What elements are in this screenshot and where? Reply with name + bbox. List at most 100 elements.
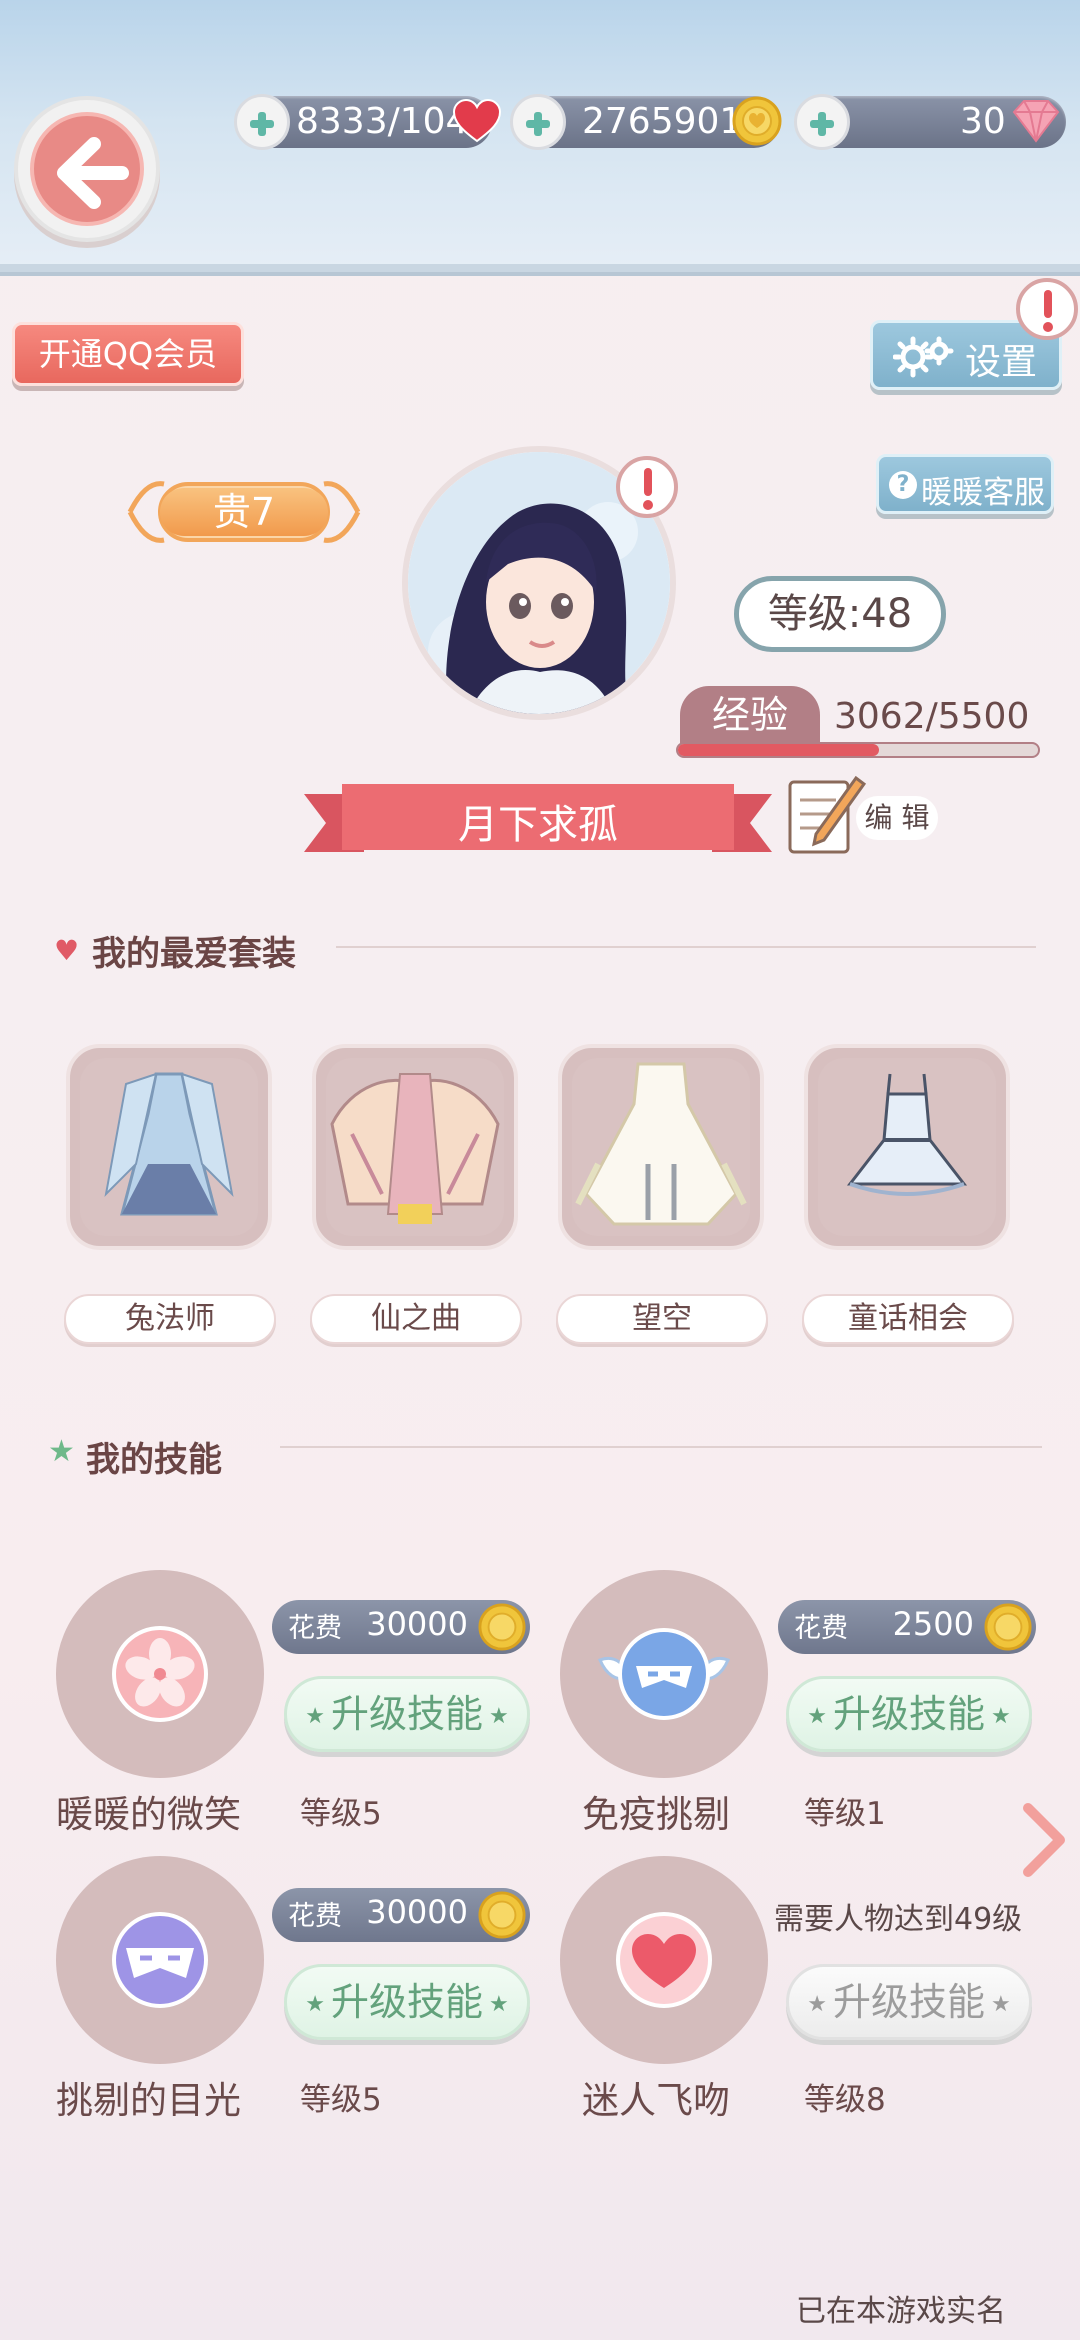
star-icon: ★ — [991, 1991, 1011, 2017]
skill-level-2: 等级1 — [804, 1796, 886, 1832]
heart-bullet-icon: ♥ — [54, 934, 80, 967]
next-page-arrow-icon[interactable] — [1018, 1800, 1070, 1880]
coin-value: 2765901 — [582, 101, 743, 142]
outfit-card-1[interactable] — [66, 1044, 272, 1250]
cost-label: 花费 — [288, 1613, 342, 1644]
skill-level-1: 等级5 — [300, 1796, 382, 1832]
outfit-label-1: 兔法师 — [64, 1294, 276, 1344]
blue-gown-icon — [104, 1072, 234, 1216]
upgrade-label: 升级技能 — [330, 1692, 483, 1736]
stamina-value: 8333/104 — [296, 101, 469, 142]
skill-level-4: 等级8 — [804, 2082, 886, 2118]
winged-mask-orb-icon — [598, 1628, 730, 1720]
nickname: 月下求孤 — [458, 802, 618, 848]
diamond-value: 30 — [960, 101, 1006, 142]
outfit-card-3[interactable] — [558, 1044, 764, 1250]
favorites-divider — [336, 946, 1036, 948]
add-coin-button[interactable] — [510, 94, 566, 150]
coin-resource: 2765901 — [510, 94, 782, 150]
exp-bar-fill — [678, 744, 879, 756]
star-icon: ★ — [807, 1703, 827, 1729]
outfit-label-4: 童话相会 — [802, 1294, 1014, 1344]
add-stamina-button[interactable] — [234, 94, 290, 150]
coin-icon — [478, 1603, 526, 1651]
skill-requirement-4: 需要人物达到49级 — [774, 1902, 1023, 1937]
star-icon: ★ — [807, 1991, 827, 2017]
cost-value: 30000 — [366, 1605, 468, 1643]
short-dress-icon — [846, 1073, 968, 1196]
star-icon: ★ — [489, 1703, 509, 1729]
outfit-label-2: 仙之曲 — [310, 1294, 522, 1344]
upgrade-skill-button-2[interactable]: ★ 升级技能 ★ — [786, 1676, 1032, 1752]
skill-cost-3: 花费 30000 — [272, 1888, 530, 1942]
skill-name-1: 暖暖的微笑 — [56, 1793, 241, 1836]
pencil-notepad-icon — [788, 775, 866, 854]
customer-service-label: 暖暖客服 — [921, 475, 1045, 511]
outfit-label-3: 望空 — [556, 1294, 768, 1344]
upgrade-skill-button-1[interactable]: ★ 升级技能 ★ — [284, 1676, 530, 1752]
upgrade-label: 升级技能 — [832, 1692, 985, 1736]
upgrade-label: 升级技能 — [330, 1980, 483, 2024]
skill-icon-container-4[interactable] — [560, 1856, 768, 2064]
skills-title: 我的技能 — [86, 1440, 222, 1480]
coin-icon — [478, 1891, 526, 1939]
star-bullet-icon: ★ — [48, 1434, 75, 1469]
gear-icon — [893, 336, 954, 378]
star-icon: ★ — [305, 1991, 325, 2017]
outfit-card-4[interactable] — [804, 1044, 1010, 1250]
mask-orb-icon — [112, 1912, 208, 2008]
star-icon: ★ — [489, 1991, 509, 2017]
upgrade-skill-button-3[interactable]: ★ 升级技能 ★ — [284, 1964, 530, 2040]
noble-badge[interactable]: 贵7 — [124, 470, 364, 554]
heart-orb-icon — [616, 1912, 712, 2008]
stamina-resource: 8333/104 — [234, 94, 502, 150]
star-icon: ★ — [305, 1703, 325, 1729]
cost-label: 花费 — [288, 1901, 342, 1932]
edit-nickname-button[interactable]: 编 辑 — [786, 768, 942, 858]
skills-divider — [280, 1446, 1042, 1448]
skill-icon-container-2[interactable] — [560, 1570, 768, 1778]
edit-label: 编 辑 — [856, 796, 938, 840]
cost-value: 2500 — [892, 1605, 974, 1643]
sakura-orb-icon — [112, 1626, 208, 1722]
exp-panel: 经验 3062/5500 — [676, 686, 1040, 758]
player-level: 等级:48 — [734, 576, 946, 652]
outfit-card-2[interactable] — [312, 1044, 518, 1250]
help-icon: ? — [889, 471, 917, 499]
skill-name-2: 免疫挑剔 — [582, 1793, 730, 1836]
noble-level: 贵7 — [212, 490, 276, 534]
coin-icon — [984, 1603, 1032, 1651]
customer-service-button[interactable]: ? 暖暖客服 — [876, 454, 1054, 514]
diamond-icon — [1012, 100, 1060, 143]
upgrade-skill-button-4[interactable]: ★ 升级技能 ★ — [786, 1964, 1032, 2040]
exp-label: 经验 — [680, 686, 820, 744]
skill-icon-container-3[interactable] — [56, 1856, 264, 2064]
skill-name-4: 迷人飞吻 — [582, 2079, 730, 2122]
star-icon: ★ — [991, 1703, 1011, 1729]
exp-value: 3062/5500 — [834, 696, 1030, 737]
favorites-title: 我的最爱套装 — [92, 934, 296, 974]
skill-cost-1: 花费 30000 — [272, 1600, 530, 1654]
skill-cost-2: 花费 2500 — [778, 1600, 1036, 1654]
realname-note: 已在本游戏实名 — [796, 2294, 1006, 2329]
cost-value: 30000 — [366, 1893, 468, 1931]
qq-vip-button[interactable]: 开通QQ会员 — [12, 322, 244, 386]
fairy-dress-icon — [330, 1073, 500, 1224]
back-button[interactable] — [14, 96, 160, 242]
skill-level-3: 等级5 — [300, 2082, 382, 2118]
upgrade-label: 升级技能 — [832, 1980, 985, 2024]
skill-name-3: 挑剔的目光 — [56, 2079, 241, 2122]
skill-icon-container-1[interactable] — [56, 1570, 264, 1778]
heart-icon — [452, 98, 502, 143]
top-bar: 8333/104 2765901 30 — [0, 0, 1080, 276]
diamond-resource: 30 — [794, 94, 1066, 150]
nickname-ribbon: 月下求孤 — [304, 782, 772, 860]
back-arrow-icon — [57, 137, 129, 209]
avatar-alert-icon — [616, 456, 678, 518]
coin-icon — [732, 96, 782, 146]
add-diamond-button[interactable] — [794, 94, 850, 150]
settings-label: 设置 — [965, 342, 1038, 383]
cost-label: 花费 — [794, 1613, 848, 1644]
settings-alert-icon — [1016, 278, 1078, 340]
white-gown-icon — [575, 1062, 747, 1226]
